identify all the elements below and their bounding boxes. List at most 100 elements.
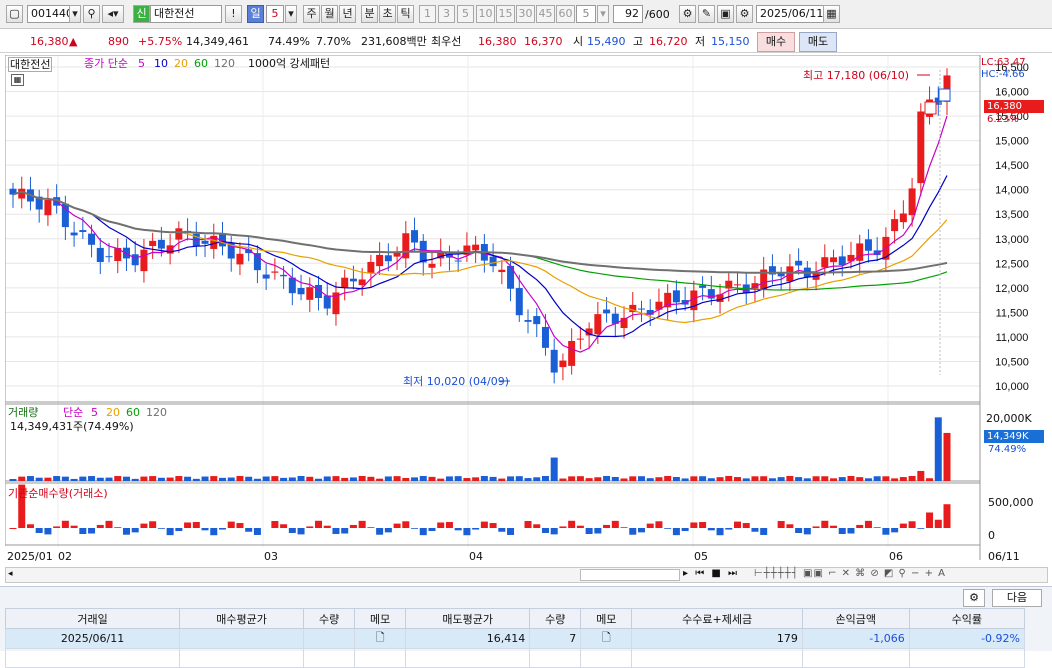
candle-body: [734, 284, 741, 285]
y-tick-label: 13,000: [995, 234, 1029, 246]
interval-10[interactable]: 10: [476, 5, 495, 23]
candle-body: [350, 279, 357, 282]
candle-body: [298, 288, 305, 294]
sell-button[interactable]: 매도: [799, 32, 837, 52]
column-header[interactable]: 수량: [304, 609, 355, 629]
column-header[interactable]: 매수평균가: [180, 609, 304, 629]
volume-bar: [18, 477, 25, 481]
candle-body: [455, 261, 462, 262]
inst-bar: [132, 528, 139, 532]
search-icon[interactable]: ⚲: [83, 5, 100, 23]
column-header[interactable]: 거래일: [6, 609, 180, 629]
volume-bar: [36, 478, 43, 481]
tab-tick[interactable]: 틱: [397, 5, 414, 23]
candle-body: [106, 256, 113, 257]
scroll-nav-icons[interactable]: ▸ ⏮ ■ ⏭: [683, 568, 739, 579]
volume-bar: [717, 477, 724, 481]
volume-bar: [690, 476, 697, 481]
next-button[interactable]: 다음: [992, 589, 1042, 607]
column-header[interactable]: 메모: [355, 609, 406, 629]
tab-week[interactable]: 주: [303, 5, 320, 23]
inst-bar: [507, 528, 514, 535]
volume-bar: [490, 477, 497, 481]
column-header[interactable]: 손익금액: [802, 609, 909, 629]
inst-bar: [175, 528, 182, 531]
tab-day[interactable]: 일: [247, 5, 264, 23]
inst-bar: [655, 521, 662, 528]
low-label: 저: [695, 35, 705, 49]
chevron-down-icon[interactable]: ▾: [69, 5, 81, 23]
table-row[interactable]: [6, 649, 1025, 668]
stock-code-input[interactable]: 001440: [27, 5, 70, 23]
inst-bar: [271, 521, 278, 528]
interval-1[interactable]: 1: [419, 5, 436, 23]
tab-month[interactable]: 월: [321, 5, 338, 23]
chart-tools-icons[interactable]: ⊢┼┼┼┼┤ ▣▣ ⌐ ✕ ⌘ ⊘ ◩ ⚲ − + A: [754, 568, 946, 579]
tab-second[interactable]: 초: [379, 5, 396, 23]
column-header[interactable]: 수익률: [909, 609, 1024, 629]
stock-chart[interactable]: 16,50016,00015,50015,00014,50014,00013,5…: [5, 55, 1052, 567]
column-header[interactable]: 수수료+제세금: [632, 609, 803, 629]
buy-button[interactable]: 매수: [757, 32, 795, 52]
x-label-2025-01: 2025/01: [7, 550, 53, 563]
inst-bar: [690, 522, 697, 528]
volume-bar: [638, 476, 645, 481]
y-tick-label: 11,500: [996, 307, 1029, 319]
draw-icon[interactable]: ✎: [698, 5, 715, 23]
inst-bar: [106, 521, 113, 528]
inst-bar: [865, 521, 872, 528]
candle-body: [909, 188, 916, 215]
alert-icon[interactable]: !: [225, 5, 242, 23]
candle-body: [376, 255, 383, 266]
column-header[interactable]: 수량: [530, 609, 581, 629]
table-row[interactable]: 2025/06/11🗋16,4147🗋179-1,066-0.92%: [6, 629, 1025, 649]
chevron-down-icon[interactable]: ▾: [597, 5, 609, 23]
candle-body: [533, 316, 540, 324]
volume-bar: [533, 477, 540, 481]
interval-15[interactable]: 15: [496, 5, 515, 23]
sound-icon[interactable]: ◂▾: [102, 5, 124, 23]
volume-bar: [219, 478, 226, 481]
y-tick-label: 13,500: [995, 209, 1029, 221]
chart-tool-icon[interactable]: ⚙: [679, 5, 696, 23]
y-tick-label: 11,000: [996, 332, 1029, 344]
stock-name-field[interactable]: 대한전선: [150, 5, 222, 23]
column-header[interactable]: 메모: [581, 609, 632, 629]
interval-45[interactable]: 45: [536, 5, 555, 23]
candle-body: [44, 200, 51, 215]
scroll-thumb[interactable]: [580, 569, 680, 581]
memo-icon[interactable]: 🗋: [355, 629, 406, 649]
inst-bar: [79, 528, 86, 534]
x-label-05: 05: [694, 550, 708, 563]
calendar-icon[interactable]: ▦: [823, 5, 840, 23]
scroll-left-icon[interactable]: ◂: [8, 569, 13, 579]
inst-bar: [428, 528, 435, 531]
candle-body: [891, 219, 898, 231]
y-tick-label: 10,000: [995, 381, 1029, 393]
inst-axis-tick-0: 0: [988, 529, 995, 542]
tab-minute[interactable]: 분: [361, 5, 378, 23]
chevron-down-icon[interactable]: ▾: [285, 5, 297, 23]
date-input[interactable]: 2025/06/11: [756, 5, 824, 23]
interval-5[interactable]: 5: [457, 5, 474, 23]
gear-icon[interactable]: ⚙: [736, 5, 753, 23]
volume-bar: [891, 478, 898, 481]
day-count[interactable]: 5: [266, 5, 284, 23]
memo-icon[interactable]: 🗋: [581, 629, 632, 649]
candle-body: [673, 290, 680, 302]
ma-5-label: 5: [138, 57, 145, 70]
interval-30[interactable]: 30: [516, 5, 535, 23]
inst-bar: [621, 527, 628, 528]
interval-3[interactable]: 3: [438, 5, 455, 23]
grid-toggle-icon[interactable]: ▦: [11, 74, 24, 86]
save-icon[interactable]: ▣: [717, 5, 734, 23]
volume-bar: [839, 477, 846, 481]
count-input[interactable]: 92: [613, 5, 643, 23]
gear-icon[interactable]: ⚙: [963, 589, 985, 607]
interval-60[interactable]: 60: [556, 5, 575, 23]
interval-value[interactable]: 5: [576, 5, 596, 23]
tab-year[interactable]: 년: [339, 5, 356, 23]
column-header[interactable]: 매도평균가: [406, 609, 530, 629]
chart-scrollbar[interactable]: ◂ ▸ ⏮ ■ ⏭ ⊢┼┼┼┼┤ ▣▣ ⌐ ✕ ⌘ ⊘ ◩ ⚲ − + A: [5, 567, 1048, 583]
window-icon[interactable]: ▢: [6, 5, 23, 23]
